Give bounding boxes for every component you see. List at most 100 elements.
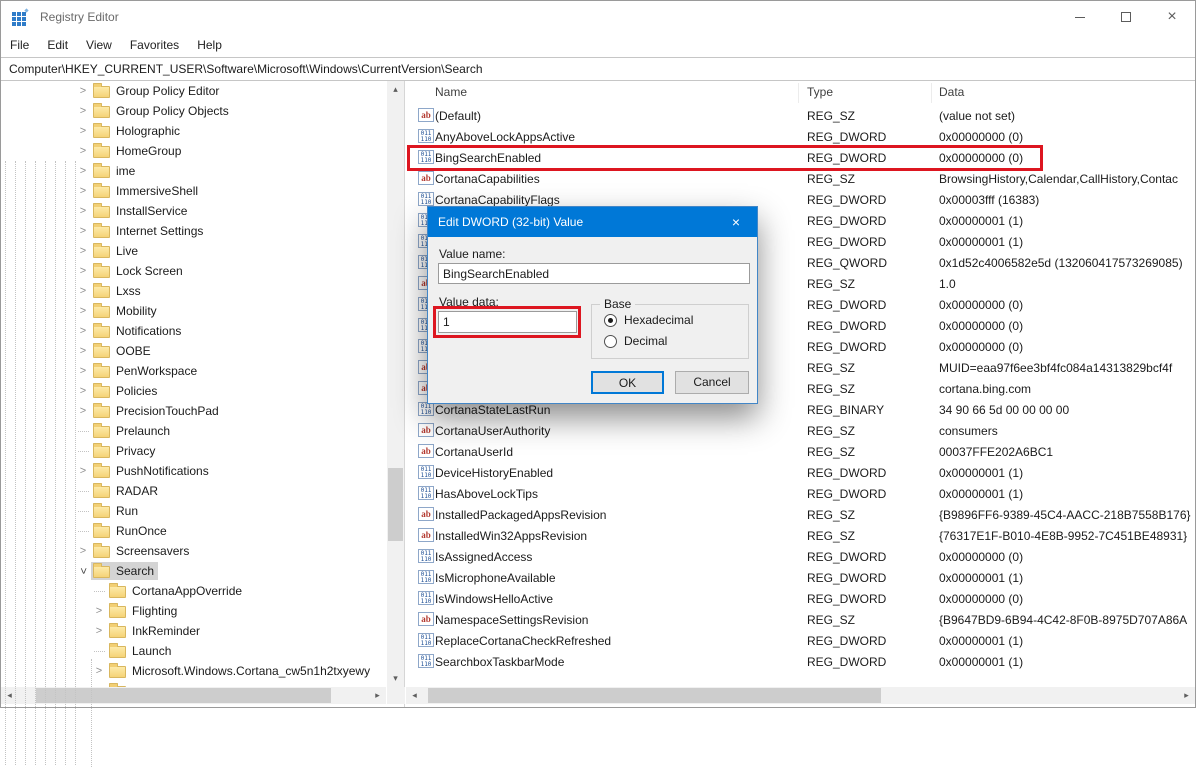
registry-value-row[interactable]: abCortanaUserAuthorityREG_SZconsumers (406, 420, 1195, 441)
registry-value-row[interactable]: abCortanaUserIdREG_SZ00037FFE202A6BC1 (406, 441, 1195, 462)
tree-item-body[interactable]: Group Policy Objects (91, 102, 233, 120)
tree-item[interactable]: >Screensavers (1, 541, 386, 561)
tree-item-body[interactable]: PrecisionTouchPad (91, 402, 223, 420)
tree-item[interactable]: >PenWorkspace (1, 361, 386, 381)
expand-chevron-icon[interactable]: > (75, 203, 91, 219)
tree-item[interactable]: >Lock Screen (1, 261, 386, 281)
expand-chevron-icon[interactable]: > (75, 143, 91, 159)
tree-item-body[interactable]: Run (91, 502, 142, 520)
menu-help[interactable]: Help (188, 36, 231, 54)
tree-vertical-scrollbar[interactable]: ▴ ▾ (387, 81, 404, 687)
tree-item-body[interactable]: OOBE (91, 342, 155, 360)
tree-item-body[interactable]: Policies (91, 382, 161, 400)
tree-item-body[interactable]: InkReminder (107, 622, 204, 640)
tree-item[interactable]: >Search (1, 561, 386, 581)
tree-item[interactable]: >ime (1, 161, 386, 181)
value-name-field[interactable] (438, 263, 750, 284)
scroll-down-icon[interactable]: ▾ (387, 670, 404, 687)
tree-item-body[interactable]: Group Policy Editor (91, 82, 223, 100)
scroll-right-icon[interactable]: ▸ (369, 687, 386, 704)
tree-item[interactable]: >HomeGroup (1, 141, 386, 161)
expand-chevron-icon[interactable]: > (75, 103, 91, 119)
tree-item-body[interactable]: Internet Settings (91, 222, 207, 240)
tree-item[interactable] (1, 681, 386, 687)
tree-item-body[interactable]: Flighting (107, 602, 181, 620)
dialog-title-bar[interactable]: Edit DWORD (32-bit) Value × (428, 207, 757, 237)
tree-item[interactable]: >PushNotifications (1, 461, 386, 481)
menu-file[interactable]: File (1, 36, 38, 54)
registry-value-row[interactable]: 011110ReplaceCortanaCheckRefreshedREG_DW… (406, 630, 1195, 651)
expand-chevron-icon[interactable]: > (75, 123, 91, 139)
registry-value-row[interactable]: abInstalledPackagedAppsRevisionREG_SZ{B9… (406, 504, 1195, 525)
radio-unselected-icon[interactable] (604, 335, 617, 348)
list-horizontal-scrollbar[interactable]: ◂ ▸ (406, 687, 1195, 704)
dialog-close-icon[interactable]: × (715, 207, 757, 237)
expand-chevron-icon[interactable]: > (75, 543, 91, 559)
scroll-left-icon[interactable]: ◂ (406, 687, 423, 704)
tree-item-body[interactable]: RADAR (91, 482, 162, 500)
expand-chevron-icon[interactable]: > (75, 383, 91, 399)
tree-item[interactable]: >Policies (1, 381, 386, 401)
expand-chevron-icon[interactable]: > (91, 663, 107, 679)
maximize-button[interactable] (1103, 1, 1149, 33)
tree-item-body[interactable]: Lxss (91, 282, 145, 300)
menu-view[interactable]: View (77, 36, 121, 54)
column-header-name[interactable]: Name (435, 85, 467, 99)
tree-item[interactable]: CortanaAppOverride (1, 581, 386, 601)
tree-item-body[interactable]: ImmersiveShell (91, 182, 202, 200)
radio-option-hexadecimal[interactable]: Hexadecimal (604, 313, 693, 327)
tree-item[interactable]: >OOBE (1, 341, 386, 361)
registry-value-row[interactable]: 011110IsMicrophoneAvailableREG_DWORD0x00… (406, 567, 1195, 588)
address-bar[interactable]: Computer\HKEY_CURRENT_USER\Software\Micr… (1, 57, 1195, 81)
tree-item[interactable]: Launch (1, 641, 386, 661)
tree-item-body[interactable]: Prelaunch (91, 422, 174, 440)
close-button[interactable]: × (1149, 1, 1195, 33)
expand-chevron-icon[interactable]: > (75, 83, 91, 99)
scrollbar-thumb[interactable] (388, 468, 403, 541)
tree-item-body[interactable]: Mobility (91, 302, 161, 320)
registry-value-row[interactable]: ab(Default)REG_SZ(value not set) (406, 105, 1195, 126)
scroll-up-icon[interactable]: ▴ (387, 81, 404, 98)
expand-chevron-icon[interactable]: > (75, 343, 91, 359)
tree-item[interactable]: >Live (1, 241, 386, 261)
column-header-type[interactable]: Type (807, 85, 833, 99)
tree-item[interactable]: >InkReminder (1, 621, 386, 641)
menu-favorites[interactable]: Favorites (121, 36, 188, 54)
expand-chevron-icon[interactable]: > (75, 183, 91, 199)
tree-horizontal-scrollbar[interactable]: ◂ ▸ (1, 687, 386, 704)
registry-value-row[interactable]: abCortanaCapabilitiesREG_SZBrowsingHisto… (406, 168, 1195, 189)
registry-value-row[interactable]: abInstalledWin32AppsRevisionREG_SZ{76317… (406, 525, 1195, 546)
tree-item[interactable]: RunOnce (1, 521, 386, 541)
column-header-data[interactable]: Data (939, 85, 964, 99)
tree-item[interactable]: >Mobility (1, 301, 386, 321)
radio-option-decimal[interactable]: Decimal (604, 334, 667, 348)
tree-item-body[interactable]: Holographic (91, 122, 184, 140)
tree-item-body[interactable]: ime (91, 162, 139, 180)
expand-chevron-icon[interactable]: > (91, 623, 107, 639)
expand-chevron-icon[interactable]: > (75, 323, 91, 339)
tree-item[interactable]: >Internet Settings (1, 221, 386, 241)
tree-item-body[interactable]: HomeGroup (91, 142, 185, 160)
tree-item[interactable]: >PrecisionTouchPad (1, 401, 386, 421)
expand-chevron-icon[interactable]: > (75, 463, 91, 479)
tree-item-body[interactable]: Privacy (91, 442, 159, 460)
tree-item-body[interactable]: Screensavers (91, 542, 193, 560)
registry-value-row[interactable]: 011110IsAssignedAccessREG_DWORD0x0000000… (406, 546, 1195, 567)
tree-item-body[interactable]: InstallService (91, 202, 191, 220)
tree-item[interactable]: >Group Policy Objects (1, 101, 386, 121)
registry-value-row[interactable]: abNamespaceSettingsRevisionREG_SZ{B9647B… (406, 609, 1195, 630)
expand-chevron-icon[interactable]: > (75, 263, 91, 279)
registry-value-row[interactable]: 011110SearchboxTaskbarModeREG_DWORD0x000… (406, 651, 1195, 672)
column-divider[interactable] (798, 83, 799, 103)
tree-item[interactable]: >Flighting (1, 601, 386, 621)
tree-item[interactable]: >Microsoft.Windows.Cortana_cw5n1h2txyewy (1, 661, 386, 681)
menu-edit[interactable]: Edit (38, 36, 77, 54)
tree-item-body[interactable]: Search (91, 562, 158, 580)
expand-chevron-icon[interactable]: > (75, 363, 91, 379)
tree-item-body[interactable]: Live (91, 242, 142, 260)
registry-value-row[interactable]: 011110IsWindowsHelloActiveREG_DWORD0x000… (406, 588, 1195, 609)
expand-chevron-icon[interactable]: > (75, 403, 91, 419)
expand-chevron-icon[interactable]: > (75, 243, 91, 259)
scroll-right-icon[interactable]: ▸ (1178, 687, 1195, 704)
tree-item-body[interactable]: CortanaAppOverride (107, 582, 246, 600)
